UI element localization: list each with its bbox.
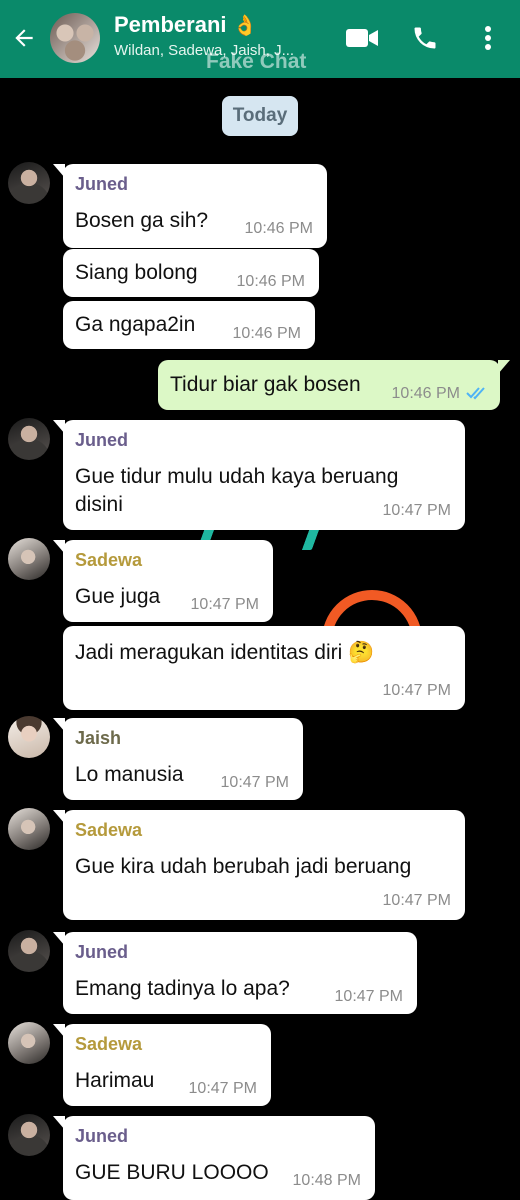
- watermark: Fake Chat: [206, 50, 307, 73]
- message-time: 10:47 PM: [190, 596, 259, 613]
- message-bubble[interactable]: Jaish Lo manusia 10:47 PM: [53, 718, 303, 800]
- message-bubble[interactable]: Juned Bosen ga sih? 10:46 PM: [53, 164, 327, 248]
- message-bubble[interactable]: Sadewa Gue juga 10:47 PM: [53, 540, 273, 622]
- avatar-sadewa[interactable]: [8, 1022, 50, 1064]
- avatar-sadewa[interactable]: [8, 808, 50, 850]
- message-text: Ga ngapa2in: [75, 313, 196, 336]
- message-time: 10:47 PM: [220, 774, 289, 791]
- sender-name: Sadewa: [75, 820, 143, 840]
- message-text: Lo manusia: [75, 763, 184, 786]
- back-button[interactable]: [8, 22, 40, 54]
- message-text: Tidur biar gak bosen: [170, 373, 361, 396]
- message-text: Bosen ga sih?: [75, 209, 209, 232]
- avatar-sadewa[interactable]: [8, 538, 50, 580]
- message-time: 10:47 PM: [382, 502, 451, 519]
- message-time: 10:46 PM: [244, 220, 313, 237]
- message-bubble[interactable]: Jadi meragukan identitas diri 🤔 10:47 PM: [63, 626, 465, 710]
- avatar-juned[interactable]: [8, 930, 50, 972]
- sender-name: Sadewa: [75, 1034, 143, 1054]
- avatar-jaish[interactable]: [8, 716, 50, 758]
- group-name: Pemberani 👌: [114, 12, 258, 37]
- message-time: 10:47 PM: [188, 1080, 257, 1097]
- message-time: 10:48 PM: [292, 1172, 361, 1189]
- message-text: Gue juga: [75, 585, 161, 608]
- date-chip: Today: [222, 96, 298, 136]
- sender-name: Juned: [75, 1126, 129, 1146]
- group-avatar[interactable]: [50, 13, 100, 63]
- message-text: GUE BURU LOOOO: [75, 1161, 269, 1184]
- chat-header: Pemberani 👌 Wildan, Sadewa, Jaish, J... …: [0, 0, 520, 78]
- voice-call-button[interactable]: [405, 20, 445, 56]
- message-time: 10:47 PM: [382, 682, 451, 699]
- message-time: 10:46 PM: [232, 325, 301, 342]
- sender-name: Juned: [75, 174, 129, 194]
- avatar-juned[interactable]: [8, 1114, 50, 1156]
- message-text: Harimau: [75, 1069, 155, 1092]
- sender-name: Jaish: [75, 728, 122, 748]
- message-time: 10:47 PM: [334, 988, 403, 1005]
- sender-name: Juned: [75, 942, 129, 962]
- message-text: Siang bolong: [75, 261, 198, 284]
- thinking-emoji: 🤔: [348, 641, 375, 664]
- sender-name: Sadewa: [75, 550, 143, 570]
- message-text-line: disini: [75, 493, 123, 516]
- avatar-juned[interactable]: [8, 418, 50, 460]
- message-time: 10:47 PM: [382, 892, 451, 909]
- message-time: 10:46 PM: [236, 273, 305, 290]
- message-bubble[interactable]: Juned Emang tadinya lo apa? 10:47 PM: [53, 932, 417, 1014]
- message-text: Emang tadinya lo apa?: [75, 977, 290, 1000]
- message-text-line: Gue tidur mulu udah kaya beruang: [75, 465, 399, 488]
- outgoing-message-bubble[interactable]: Tidur biar gak bosen 10:46 PM: [158, 360, 510, 410]
- message-bubble[interactable]: Siang bolong 10:46 PM: [63, 249, 319, 297]
- message-bubble[interactable]: Sadewa Harimau 10:47 PM: [53, 1024, 271, 1106]
- video-call-icon: [346, 29, 378, 47]
- message-time: 10:46 PM: [391, 385, 460, 402]
- video-call-button[interactable]: [342, 20, 382, 56]
- message-bubble[interactable]: Juned Gue tidur mulu udah kaya beruang d…: [53, 420, 465, 530]
- message-text: Jadi meragukan identitas diri 🤔: [75, 641, 375, 664]
- read-receipt-icon: [466, 387, 485, 400]
- more-options-button[interactable]: [468, 20, 508, 56]
- sender-name: Juned: [75, 430, 129, 450]
- message-bubble[interactable]: Juned GUE BURU LOOOO 10:48 PM: [53, 1116, 375, 1200]
- more-vert-icon: [485, 26, 491, 50]
- arrow-left-icon: [15, 29, 33, 47]
- message-bubble[interactable]: Ga ngapa2in 10:46 PM: [63, 301, 315, 349]
- message-bubble[interactable]: Sadewa Gue kira udah berubah jadi beruan…: [53, 810, 465, 920]
- phone-icon: [414, 27, 436, 49]
- avatar-juned[interactable]: [8, 162, 50, 204]
- group-emoji: 👌: [232, 15, 258, 37]
- message-text: Gue kira udah berubah jadi beruang: [75, 855, 412, 878]
